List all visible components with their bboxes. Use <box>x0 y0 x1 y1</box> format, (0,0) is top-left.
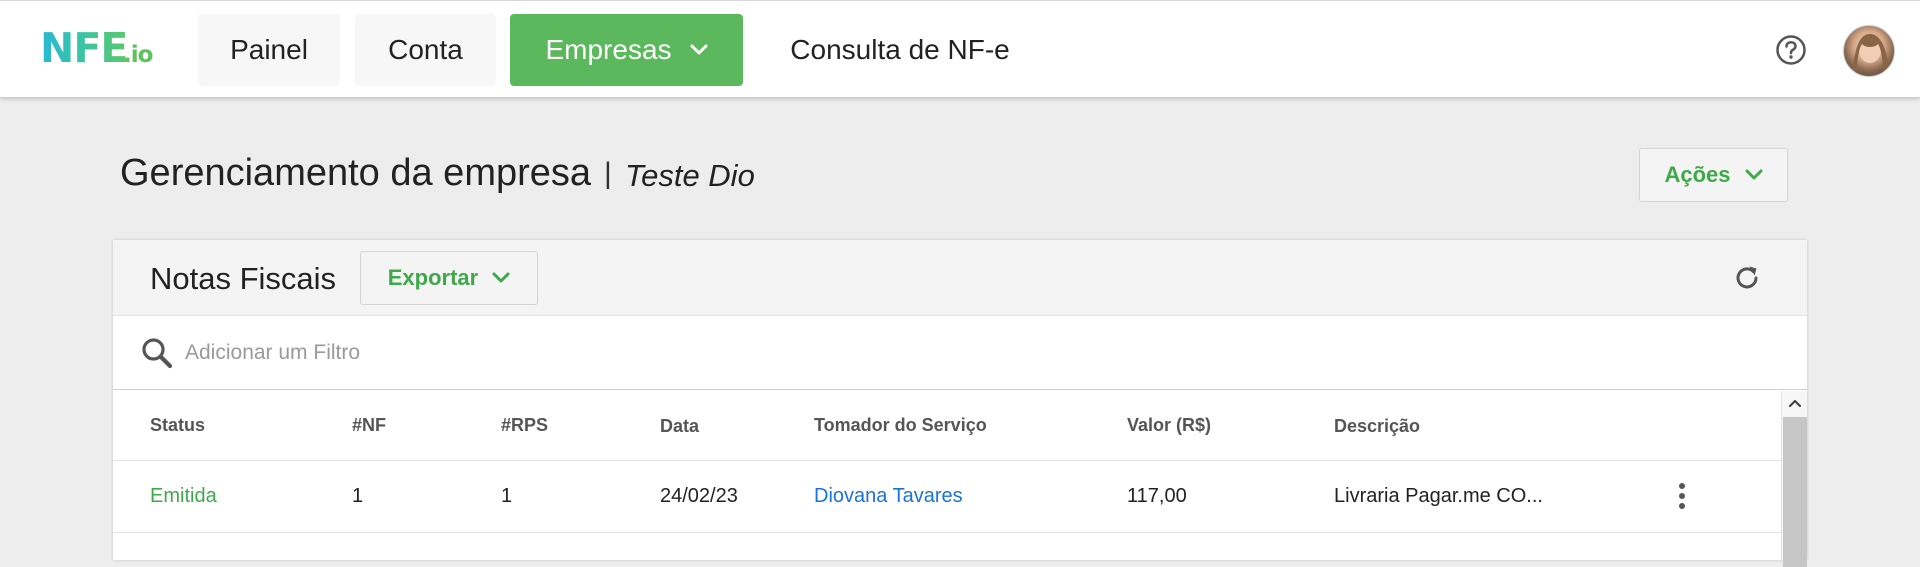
help-circle-icon[interactable] <box>1775 34 1807 66</box>
search-icon <box>140 336 174 370</box>
scroll-up-icon[interactable] <box>1782 391 1808 415</box>
col-data[interactable]: Data <box>660 416 699 437</box>
nav-empresas-label: Empresas <box>545 34 672 65</box>
export-button[interactable]: Exportar <box>360 251 538 305</box>
card-header: Notas Fiscais Exportar <box>113 240 1807 316</box>
top-navbar: NFE .io Painel Conta Empresas Consulta d… <box>0 0 1920 97</box>
table-header: Status #NF #RPS Data Tomador do Serviço … <box>113 391 1781 461</box>
notas-fiscais-card: Notas Fiscais Exportar Status #NF #RPS D… <box>113 240 1808 567</box>
row-tomador-link[interactable]: Diovana Tavares <box>814 485 963 508</box>
nav-conta-label: Conta <box>388 34 463 65</box>
table-row[interactable]: Emitida 1 1 24/02/23 Diovana Tavares 117… <box>113 461 1781 533</box>
row-descricao: Livraria Pagar.me CO... <box>1334 485 1543 507</box>
nfe-io-logo[interactable]: NFE .io <box>40 24 165 72</box>
col-rps[interactable]: #RPS <box>501 415 548 436</box>
refresh-icon[interactable] <box>1731 262 1763 294</box>
kebab-menu-icon[interactable] <box>1676 483 1688 513</box>
title-separator: | <box>604 157 612 190</box>
actions-label: Ações <box>1664 162 1731 187</box>
col-nf[interactable]: #NF <box>352 415 386 436</box>
filter-bar <box>113 316 1807 390</box>
company-name: Teste Dio <box>625 158 755 193</box>
table-scrollbar[interactable] <box>1781 391 1808 567</box>
filter-input[interactable] <box>185 330 1185 376</box>
row-valor: 117,00 <box>1127 485 1187 507</box>
col-valor[interactable]: Valor (R$) <box>1127 415 1211 436</box>
row-rps: 1 <box>501 485 513 507</box>
col-descricao[interactable]: Descrição <box>1334 416 1420 437</box>
nav-empresas[interactable]: Empresas <box>510 14 743 86</box>
logo-text: NFE <box>40 24 128 72</box>
user-avatar[interactable] <box>1843 25 1895 77</box>
nav-consulta-label: Consulta de NF-e <box>790 34 1010 65</box>
scrollbar-thumb[interactable] <box>1783 417 1807 567</box>
nav-conta[interactable]: Conta <box>355 14 496 86</box>
row-nf: 1 <box>352 485 364 507</box>
nav-painel-label: Painel <box>230 34 308 65</box>
card-title: Notas Fiscais <box>150 261 337 296</box>
page-title: Gerenciamento da empresa <box>120 152 592 194</box>
export-label: Exportar <box>387 265 479 290</box>
chevron-down-icon <box>690 44 708 56</box>
chevron-down-icon <box>492 272 510 284</box>
row-data: 24/02/23 <box>660 485 738 507</box>
col-tomador[interactable]: Tomador do Serviço <box>814 415 987 436</box>
nav-consulta-nfe[interactable]: Consulta de NF-e <box>770 14 1030 86</box>
row-status: Emitida <box>150 485 217 507</box>
logo-suffix: .io <box>123 42 153 68</box>
col-status[interactable]: Status <box>150 415 205 436</box>
chevron-down-icon <box>1745 169 1763 181</box>
nav-painel[interactable]: Painel <box>198 14 340 86</box>
actions-button[interactable]: Ações <box>1639 148 1788 202</box>
